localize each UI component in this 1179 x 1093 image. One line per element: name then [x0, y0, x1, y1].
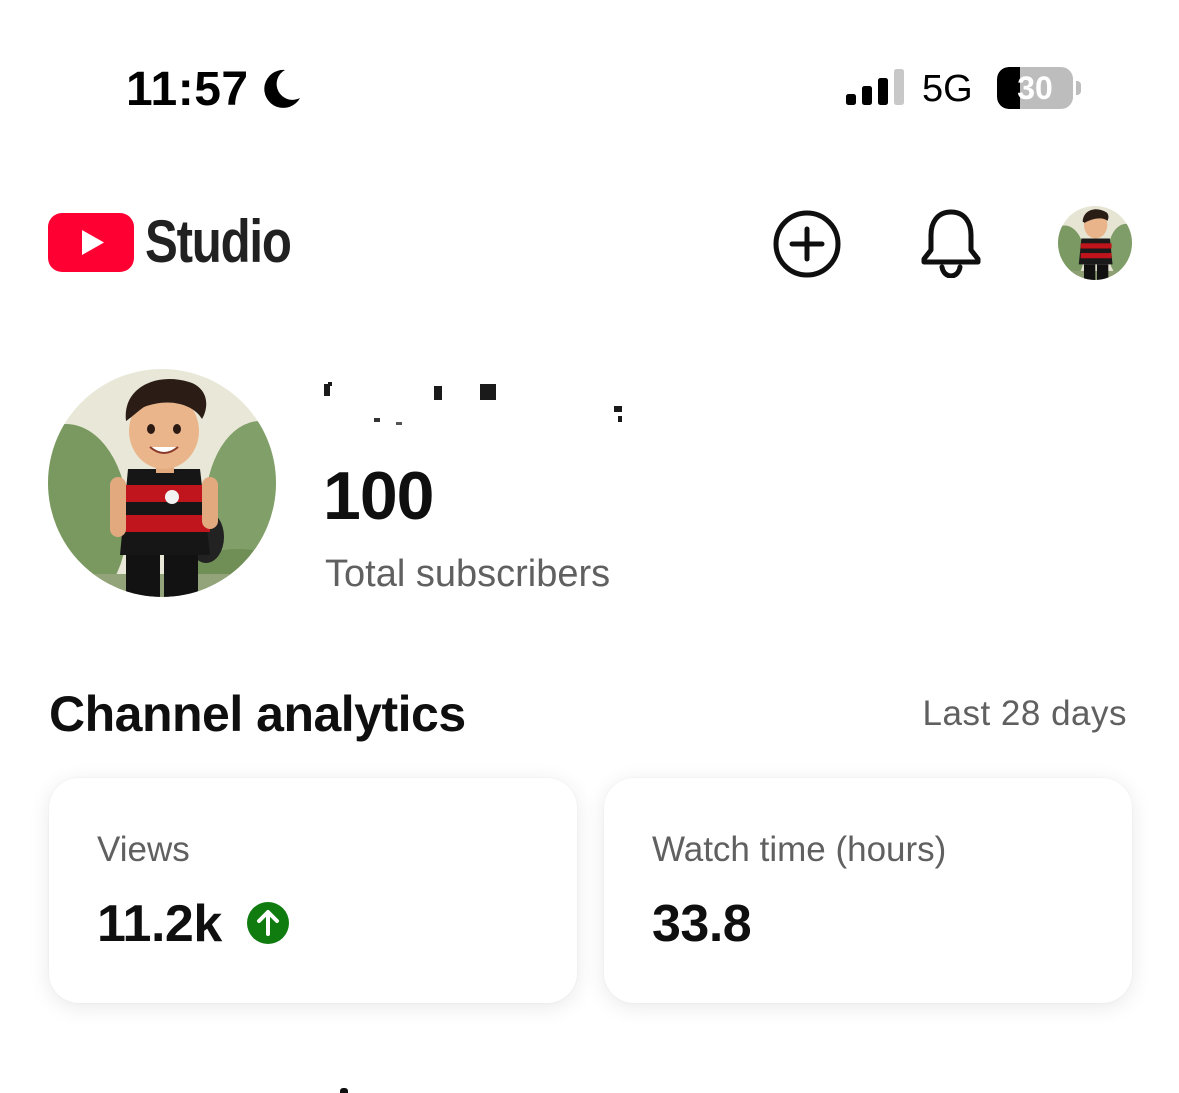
next-section-fragment — [340, 1088, 348, 1093]
subscriber-count: 100 — [323, 458, 434, 534]
create-button[interactable] — [768, 205, 846, 283]
avatar — [1058, 206, 1132, 280]
youtube-play-icon — [48, 213, 134, 272]
bell-icon — [921, 209, 981, 278]
battery-percent: 30 — [1017, 70, 1053, 106]
app-name: Studio — [145, 208, 292, 275]
channel-analytics-title: Channel analytics — [49, 686, 466, 742]
moon-icon — [264, 69, 300, 108]
subscriber-label: Total subscribers — [325, 553, 611, 595]
watch-time-label: Watch time (hours) — [652, 830, 947, 869]
watch-time-value: 33.8 — [652, 895, 752, 953]
youtube-studio-dashboard: 11:57 5G 30 Studio 100 Total subscribers… — [0, 0, 1179, 1093]
analytics-period: Last 28 days — [922, 694, 1127, 733]
arrow-up-circle-icon — [247, 902, 289, 944]
channel-avatar-image — [48, 369, 276, 597]
views-value: 11.2k — [97, 895, 222, 953]
signal-bars-icon — [846, 69, 904, 105]
status-time: 11:57 — [126, 63, 249, 116]
channel-name-redacted — [324, 382, 622, 425]
views-card[interactable]: Views 11.2k — [49, 778, 577, 1003]
add-circle-icon — [773, 210, 841, 278]
views-label: Views — [97, 830, 190, 869]
account-avatar-button[interactable] — [1058, 206, 1132, 280]
channel-avatar — [48, 369, 276, 597]
notifications-button[interactable] — [912, 203, 990, 281]
battery-indicator: 30 — [997, 67, 1073, 109]
battery-cap — [1076, 81, 1081, 95]
network-type: 5G — [922, 68, 973, 110]
watch-time-card[interactable]: Watch time (hours) 33.8 — [604, 778, 1132, 1003]
